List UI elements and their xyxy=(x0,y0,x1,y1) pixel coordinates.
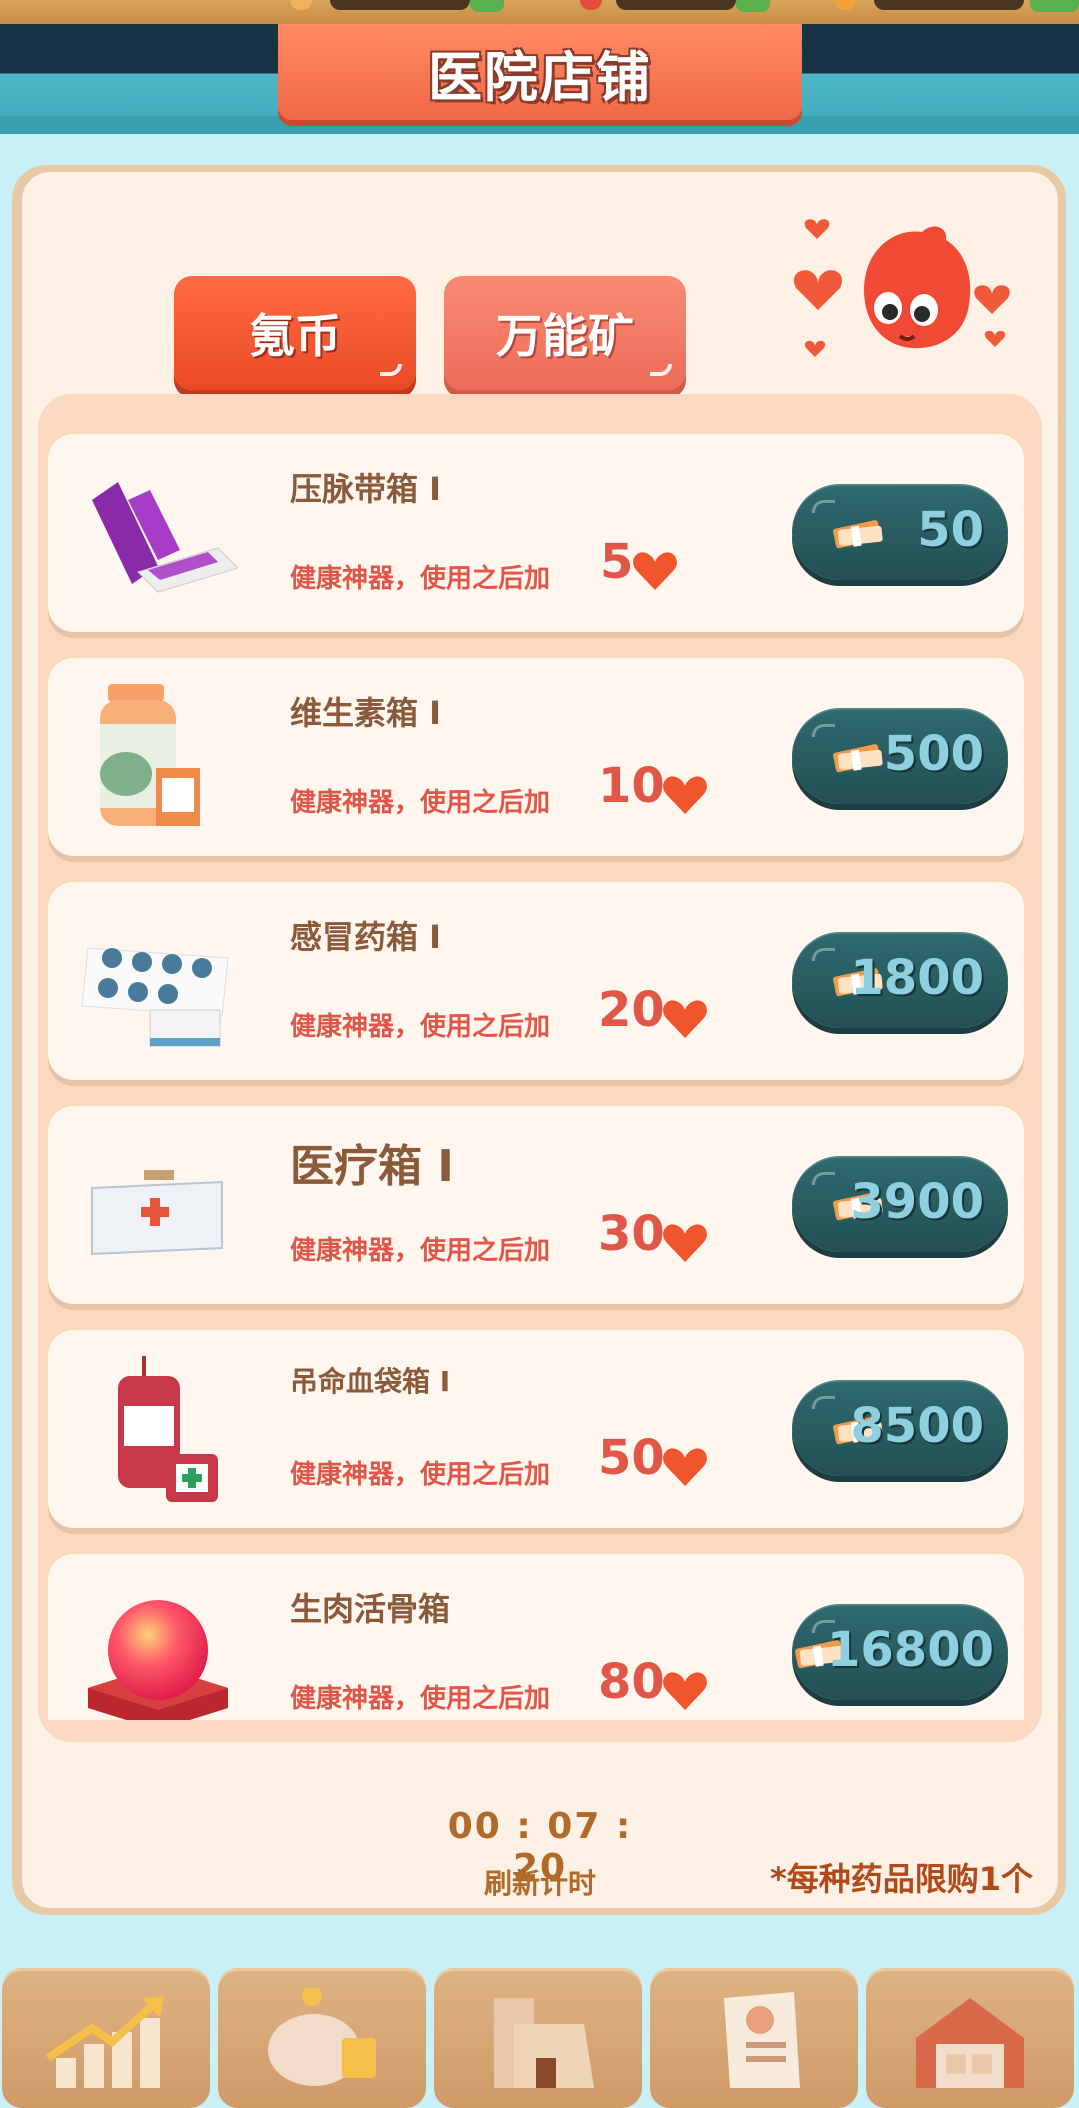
button-gloss xyxy=(812,500,835,513)
item-name: 吊命血袋箱 I xyxy=(290,1365,451,1398)
tab-gloss xyxy=(650,364,672,376)
medical-kit-icon xyxy=(91,1170,223,1256)
heart-icon xyxy=(663,1224,707,1262)
list-item: 压脉带箱 I 健康神器，使用之后加 5 50 xyxy=(48,434,1024,632)
heart-icon xyxy=(663,1672,707,1710)
tourniquet-icon xyxy=(92,482,238,593)
blood-bag-icon xyxy=(118,1356,218,1502)
health-amount: 50 xyxy=(598,1430,665,1486)
price-label: 3900 xyxy=(850,1174,984,1230)
resource-pill-2 xyxy=(616,0,736,10)
refresh-timer-label: 刷新计时 xyxy=(483,1867,596,1900)
price-label: 1800 xyxy=(850,950,984,1006)
tab-krypton-coin[interactable]: 氪币 xyxy=(174,276,416,390)
vitamin-bottle-icon xyxy=(100,684,200,826)
add-resource-button[interactable] xyxy=(1030,0,1079,12)
coin-icon xyxy=(290,0,312,10)
heart-resource-icon xyxy=(580,0,602,10)
buy-button[interactable]: 1800 xyxy=(792,932,1008,1028)
item-description: 健康神器，使用之后加 xyxy=(290,788,551,818)
money-stack-icon xyxy=(833,520,883,549)
mineral-icon xyxy=(834,0,856,10)
heart-icon xyxy=(663,1000,707,1038)
add-resource-button[interactable] xyxy=(736,0,770,12)
buy-button[interactable]: 3900 xyxy=(792,1156,1008,1252)
bottom-nav xyxy=(0,1960,1079,2108)
list-item: 维生素箱 I 健康神器，使用之后加 10 500 xyxy=(48,658,1024,856)
item-description: 健康神器，使用之后加 xyxy=(290,1460,551,1490)
heart-icon xyxy=(663,1448,707,1486)
growth-chart-icon xyxy=(45,1996,164,2088)
tab-label: 氪币 xyxy=(249,309,341,363)
button-gloss xyxy=(812,948,835,961)
button-gloss xyxy=(812,1396,835,1409)
add-resource-button[interactable] xyxy=(470,0,504,12)
health-amount: 5 xyxy=(600,534,634,590)
health-amount: 20 xyxy=(598,982,665,1038)
tab-label: 万能矿 xyxy=(496,309,634,363)
buy-button[interactable]: 50 xyxy=(792,484,1008,580)
item-description: 健康神器，使用之后加 xyxy=(290,1684,551,1714)
heart-icon xyxy=(633,552,677,590)
item-description: 健康神器，使用之后加 xyxy=(290,1012,551,1042)
price-label: 500 xyxy=(883,726,984,782)
health-amount: 80 xyxy=(598,1654,665,1710)
price-label: 8500 xyxy=(850,1398,984,1454)
button-gloss xyxy=(812,1172,835,1185)
item-name: 医疗箱 I xyxy=(290,1141,454,1192)
cold-pills-icon xyxy=(81,947,229,1047)
item-description: 健康神器，使用之后加 xyxy=(290,1236,551,1266)
item-name: 感冒药箱 I xyxy=(290,918,442,956)
item-description: 健康神器，使用之后加 xyxy=(290,564,551,594)
warehouse-icon xyxy=(916,1998,1024,2088)
tab-gloss xyxy=(380,364,402,376)
page-title: 医院店铺 xyxy=(428,45,652,109)
list-item: 感冒药箱 I 健康神器，使用之后加 20 1800 xyxy=(48,882,1024,1080)
purchase-limit-note: *每种药品限购1个 xyxy=(770,1860,1034,1898)
nav-growth-button[interactable] xyxy=(2,1968,210,2108)
price-label: 50 xyxy=(917,502,984,558)
price-label: 16800 xyxy=(827,1622,994,1678)
buy-button[interactable]: 500 xyxy=(792,708,1008,804)
health-amount: 10 xyxy=(598,758,665,814)
money-stack-icon xyxy=(833,744,883,773)
item-list: 压脉带箱 I 健康神器，使用之后加 5 50 维生素箱 I 健康神器，使用之后加… xyxy=(48,430,1026,1720)
list-item: 医疗箱 I 健康神器，使用之后加 30 3900 xyxy=(48,1106,1024,1304)
title-plaque: 医院店铺 xyxy=(278,24,802,120)
nav-warehouse-button[interactable] xyxy=(866,1968,1074,2108)
item-name: 生肉活骨箱 xyxy=(290,1590,451,1628)
resource-pill-1 xyxy=(330,0,470,10)
button-gloss xyxy=(812,724,835,737)
profile-document-icon xyxy=(724,1992,800,2088)
heart-icon xyxy=(663,776,707,814)
piggy-bank-icon xyxy=(268,1988,376,2086)
tab-universal-ore[interactable]: 万能矿 xyxy=(444,276,686,390)
list-item: 吊命血袋箱 I 健康神器，使用之后加 50 8500 xyxy=(48,1330,1024,1528)
list-item: 生肉活骨箱 健康神器，使用之后加 80 16800 xyxy=(48,1554,1024,1720)
hospital-building-icon xyxy=(494,1998,594,2088)
mascot-icon xyxy=(793,219,1010,357)
nav-profile-button[interactable] xyxy=(650,1968,858,2108)
health-amount: 30 xyxy=(598,1206,665,1262)
buy-button[interactable]: 16800 xyxy=(792,1604,1008,1700)
buy-button[interactable]: 8500 xyxy=(792,1380,1008,1476)
item-name: 压脉带箱 I xyxy=(290,470,442,508)
resource-pill-3 xyxy=(874,0,1024,10)
nav-hospital-button[interactable] xyxy=(434,1968,642,2108)
item-name: 维生素箱 I xyxy=(290,694,442,732)
resource-bar xyxy=(0,0,1079,24)
orb-icon xyxy=(88,1600,228,1720)
nav-savings-button[interactable] xyxy=(218,1968,426,2108)
